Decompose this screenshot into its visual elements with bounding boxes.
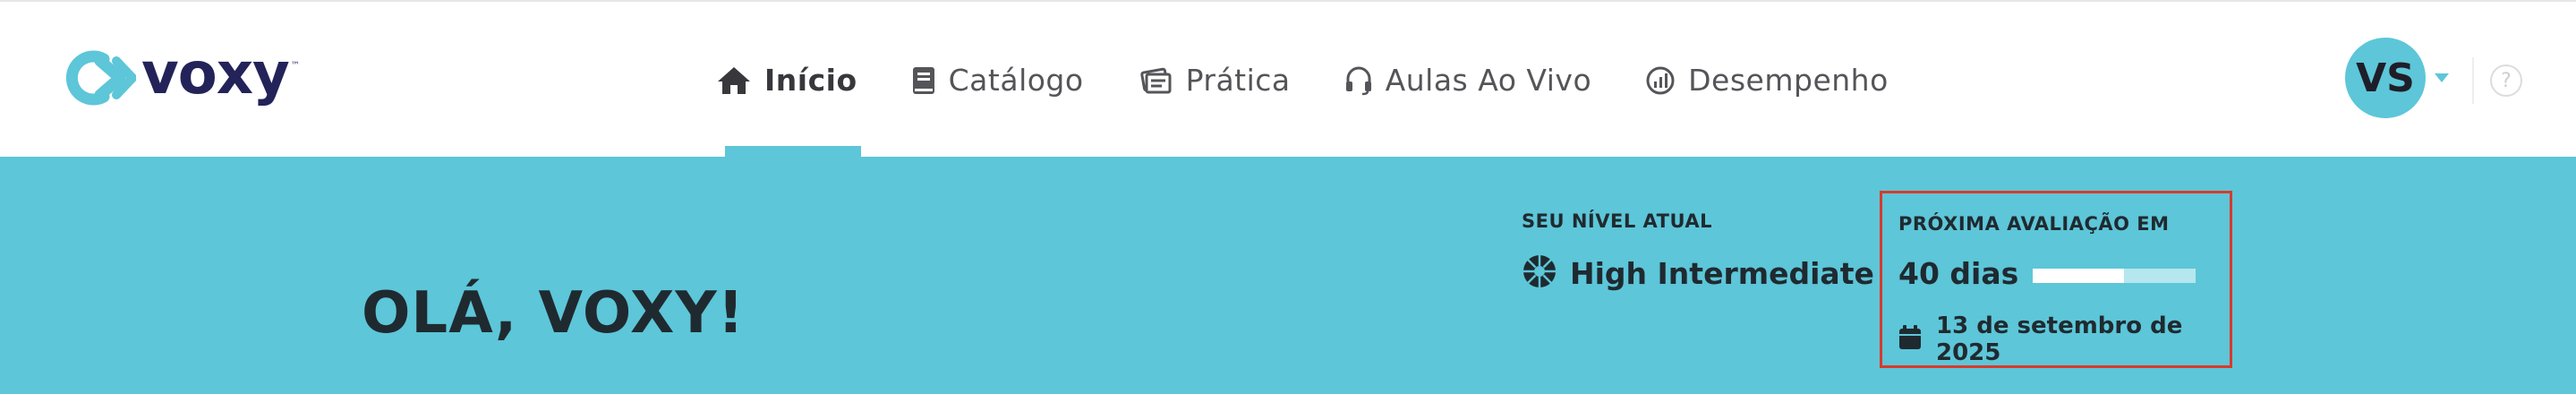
nav-item-label: Prática [1185, 63, 1291, 98]
nav-item-label: Início [764, 63, 857, 98]
logo-trademark: ™ [290, 61, 300, 71]
logo-wordmark: voxy [141, 41, 290, 107]
voxy-logo[interactable]: voxy ™ [61, 41, 300, 107]
nav-item-aulas-ao-vivo[interactable]: Aulas Ao Vivo [1344, 2, 1591, 158]
nav-item-label: Catálogo [948, 63, 1084, 98]
next-assessment-card: PRÓXIMA AVALIAÇÃO EM 40 dias 13 de setem… [1880, 191, 2232, 368]
home-icon [716, 65, 752, 96]
current-level-label: SEU NÍVEL ATUAL [1522, 210, 1712, 232]
level-badge-icon [1522, 253, 1557, 293]
calendar-icon [1898, 325, 1922, 354]
chevron-down-icon[interactable] [2435, 73, 2449, 82]
avatar[interactable]: VS [2345, 38, 2426, 118]
user-menu[interactable]: VS [2345, 38, 2449, 118]
assessment-date: 13 de setembro de 2025 [1936, 313, 2183, 366]
practice-cards-icon [1138, 65, 1173, 96]
voxy-logo-mark [65, 50, 136, 106]
header-divider [2472, 57, 2474, 104]
current-level-row: High Intermediate [1522, 253, 1874, 293]
help-icon[interactable]: ? [2490, 64, 2522, 97]
top-header: voxy ™ Início Catálogo Prática Aulas Ao … [0, 0, 2576, 158]
nav-item-pratica[interactable]: Prática [1138, 2, 1291, 158]
assessment-progress-fill [2033, 268, 2125, 283]
nav-item-label: Aulas Ao Vivo [1385, 63, 1592, 98]
nav-item-inicio[interactable]: Início [716, 2, 861, 158]
current-level-value: High Intermediate [1570, 255, 1874, 291]
performance-chart-icon [1645, 65, 1676, 96]
nav-item-desempenho[interactable]: Desempenho [1645, 2, 1889, 158]
page: voxy ™ Início Catálogo Prática Aulas Ao … [0, 0, 2576, 394]
nav-item-label: Desempenho [1688, 63, 1889, 98]
current-level: SEU NÍVEL ATUAL High Intermediate [1522, 210, 1874, 293]
assessment-progress-bar [2033, 268, 2196, 283]
welcome-banner: OLÁ, VOXY! SEU NÍVEL ATUAL High Intermed… [0, 157, 2576, 394]
greeting-title: OLÁ, VOXY! [362, 280, 745, 347]
main-nav: Início Catálogo Prática Aulas Ao Vivo De… [716, 2, 1942, 158]
nav-item-catalogo[interactable]: Catálogo [911, 2, 1084, 158]
assessment-date-row: 13 de setembro de 2025 [1898, 313, 2230, 366]
headset-icon [1344, 65, 1373, 96]
next-assessment-label: PRÓXIMA AVALIAÇÃO EM [1898, 213, 2170, 235]
days-remaining-row: 40 dias [1898, 256, 2230, 291]
book-icon [911, 65, 936, 96]
days-remaining: 40 dias [1898, 256, 2019, 291]
